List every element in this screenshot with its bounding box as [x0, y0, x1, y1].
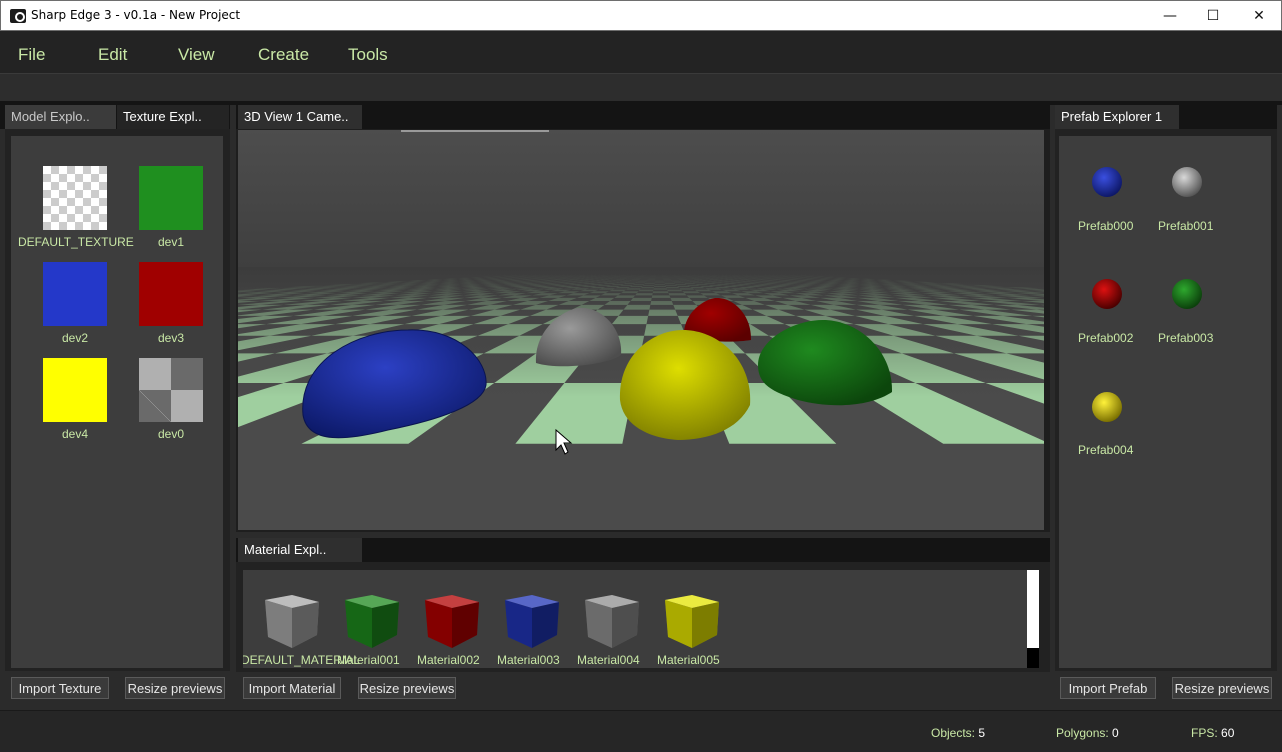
fps-counter: FPS: 60: [1191, 726, 1235, 740]
material-cube-face: [612, 602, 639, 648]
tab-texture-explorer[interactable]: Texture Expl..: [117, 105, 229, 129]
prefab-label: Prefab001: [1158, 219, 1214, 233]
texture-dev2-thumb[interactable]: [43, 262, 107, 326]
resize-previews-button-prefabs[interactable]: Resize previews: [1172, 677, 1272, 699]
material-cube-face: [585, 600, 612, 648]
material-list: DEFAULT_MATERIAL Material001 Material002…: [243, 570, 1039, 668]
material-cube-face: [452, 602, 479, 648]
menu-create[interactable]: Create: [258, 45, 309, 65]
tab-model-explorer[interactable]: Model Explo..: [5, 105, 116, 129]
material-cube-face: [265, 600, 292, 648]
prefab-label: Prefab002: [1078, 331, 1134, 345]
app-window: Sharp Edge 3 - v0.1a - New Project — ☐ ✕…: [0, 0, 1282, 752]
material-cube-face: [425, 600, 452, 648]
import-prefab-button[interactable]: Import Prefab: [1060, 677, 1156, 699]
material-cube-face: [692, 602, 719, 648]
material-label: Material004: [577, 653, 640, 667]
title-bar: Sharp Edge 3 - v0.1a - New Project — ☐ ✕: [0, 0, 1282, 31]
texture-dev4-thumb[interactable]: [43, 358, 107, 422]
3d-scene: [238, 130, 1044, 530]
material-cube-face: [372, 602, 399, 648]
menu-edit[interactable]: Edit: [98, 45, 127, 65]
prefab004-thumb[interactable]: [1092, 392, 1122, 422]
prefab-label: Prefab000: [1078, 219, 1134, 233]
material-cube-face: [532, 602, 559, 648]
material-cube-face: [292, 602, 319, 648]
resize-previews-button-materials[interactable]: Resize previews: [358, 677, 456, 699]
menu-view[interactable]: View: [178, 45, 215, 65]
material-scrollbar-track[interactable]: [1027, 648, 1039, 668]
material-scrollbar[interactable]: [1027, 570, 1039, 648]
texture-label: dev2: [61, 331, 89, 345]
prefab002-thumb[interactable]: [1092, 279, 1122, 309]
menu-tools[interactable]: Tools: [348, 45, 388, 65]
menu-file[interactable]: File: [18, 45, 45, 65]
prefab001-thumb[interactable]: [1172, 167, 1202, 197]
material-label: Material002: [417, 653, 480, 667]
texture-dev0-thumb[interactable]: [139, 358, 203, 422]
material-label: Material003: [497, 653, 560, 667]
toolbar: [0, 73, 1282, 102]
prefab-label: Prefab003: [1158, 331, 1214, 345]
prefab-label: Prefab004: [1078, 443, 1134, 457]
window-title: Sharp Edge 3 - v0.1a - New Project: [31, 8, 241, 22]
texture-label: dev3: [157, 331, 185, 345]
material-label: Material005: [657, 653, 720, 667]
prefab003-thumb[interactable]: [1172, 279, 1202, 309]
import-texture-button[interactable]: Import Texture: [11, 677, 109, 699]
maximize-button[interactable]: ☐: [1190, 1, 1236, 31]
texture-dev3-thumb[interactable]: [139, 262, 203, 326]
objects-count: Objects: 5: [931, 726, 986, 740]
material-cube-face: [505, 600, 532, 648]
close-button[interactable]: ✕: [1236, 1, 1282, 31]
tab-prefab-explorer[interactable]: Prefab Explorer 1: [1055, 105, 1179, 129]
status-bar: Objects: 5 Polygons: 0 FPS: 60: [0, 710, 1282, 752]
material-cube-face: [665, 600, 692, 648]
app-logo-icon: [10, 9, 26, 23]
tab-material-explorer[interactable]: Material Expl..: [238, 538, 362, 562]
maximize-icon: ☐: [1206, 8, 1220, 24]
texture-dev1-thumb[interactable]: [139, 166, 203, 230]
close-icon: ✕: [1253, 8, 1265, 24]
prefab-list: [1059, 136, 1271, 668]
material-cube-face: [345, 600, 372, 648]
texture-default-thumb[interactable]: [43, 166, 107, 230]
minimize-button[interactable]: —: [1147, 1, 1193, 31]
minimize-icon: —: [1163, 8, 1177, 24]
texture-label: dev1: [157, 235, 185, 249]
resize-previews-button-textures[interactable]: Resize previews: [125, 677, 225, 699]
polygons-count: Polygons: 0: [1056, 726, 1119, 740]
import-material-button[interactable]: Import Material: [243, 677, 341, 699]
tab-3d-view[interactable]: 3D View 1 Came..: [238, 105, 362, 129]
material-label: Material001: [337, 653, 400, 667]
3d-viewport[interactable]: [238, 130, 1044, 530]
texture-label: dev4: [61, 427, 89, 441]
menu-bar: File Edit View Create Tools: [0, 31, 1282, 73]
texture-label: dev0: [157, 427, 185, 441]
texture-label: DEFAULT_TEXTURE: [18, 235, 134, 249]
prefab000-thumb[interactable]: [1092, 167, 1122, 197]
